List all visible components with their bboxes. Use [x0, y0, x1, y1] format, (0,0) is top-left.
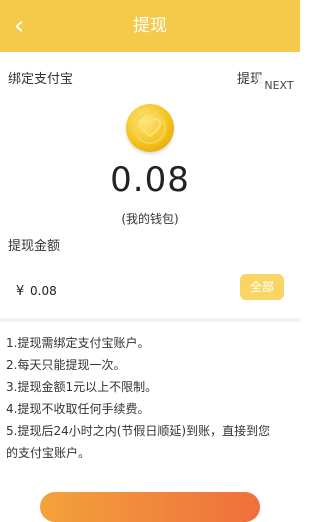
- wallet-caption: (我的钱包): [121, 212, 179, 226]
- rule-item: 3.提现金额1元以上不限制。: [6, 380, 158, 394]
- heart-coin-icon: [126, 104, 174, 152]
- amount-row: ¥ 全部: [0, 270, 300, 310]
- rule-item: 5.提现后24小时之内(节假日顺延)到账，直接到您: [6, 424, 271, 438]
- withdraw-all-button[interactable]: 全部: [240, 274, 284, 300]
- bind-alipay-label[interactable]: 绑定支付宝: [8, 68, 73, 87]
- page-title: 提现: [133, 16, 167, 36]
- rule-item: 1.提现需绑定支付宝账户。: [6, 336, 150, 350]
- heart-icon: [139, 118, 161, 138]
- rules-list: 1.提现需绑定支付宝账户。 2.每天只能提现一次。 3.提现金额1元以上不限制。…: [6, 332, 296, 464]
- currency-symbol: ¥: [16, 284, 25, 299]
- wallet-balance: 0.08: [110, 160, 190, 200]
- amount-input[interactable]: [30, 282, 210, 300]
- rule-item: 的支付宝账户。: [6, 446, 91, 460]
- submit-button[interactable]: [40, 492, 260, 522]
- next-button[interactable]: NEXT: [258, 75, 300, 97]
- header-bar: ‹ 提现: [0, 0, 300, 52]
- withdraw-amount-label: 提现金额: [8, 239, 61, 254]
- rule-item: 2.每天只能提现一次。: [6, 358, 126, 372]
- section-divider: [0, 318, 300, 322]
- rule-item: 4.提现不收取任何手续费。: [6, 402, 150, 416]
